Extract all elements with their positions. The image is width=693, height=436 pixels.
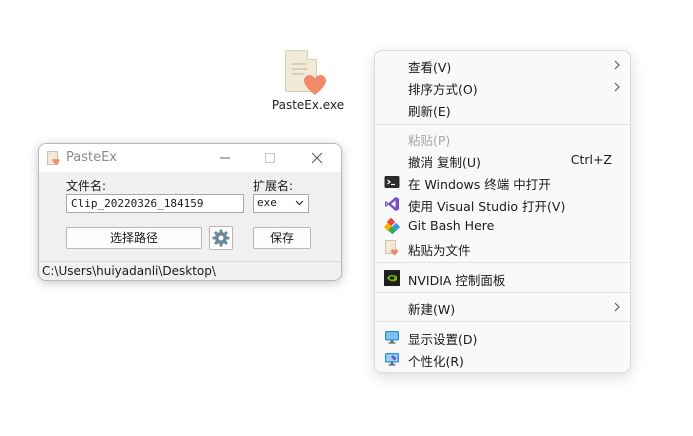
chevron-down-icon	[295, 200, 304, 206]
minimize-button[interactable]	[210, 146, 240, 170]
menu-separator	[375, 292, 630, 293]
menu-item-nvidia[interactable]: NVIDIA 控制面板	[375, 267, 630, 289]
menu-item-label: 排序方式(O)	[408, 82, 478, 97]
menu-item-label: 个性化(R)	[408, 354, 464, 369]
save-button[interactable]: 保存	[253, 227, 311, 249]
menu-separator	[375, 124, 630, 125]
extension-select[interactable]: exe	[253, 194, 309, 213]
menu-item-paste: 粘贴(P)	[375, 127, 630, 149]
menu-item-view[interactable]: 查看(V)	[375, 54, 630, 76]
menu-item-label: 在 Windows 终端 中打开	[408, 177, 551, 192]
menu-item-label: 撤消 复制(U)	[408, 155, 481, 170]
personalize-icon	[385, 353, 399, 366]
menu-item-new[interactable]: 新建(W)	[375, 296, 630, 318]
chevron-right-icon	[614, 302, 620, 312]
menu-item-label: 粘贴(P)	[408, 133, 451, 148]
menu-item-display-settings[interactable]: 显示设置(D)	[375, 326, 630, 348]
maximize-icon	[265, 153, 275, 163]
menu-item-label: NVIDIA 控制面板	[408, 273, 506, 288]
menu-item-label: 新建(W)	[408, 302, 456, 317]
close-icon	[311, 152, 323, 164]
menu-item-label: 使用 Visual Studio 打开(V)	[408, 199, 566, 214]
window-title: PasteEx	[66, 150, 117, 165]
menu-separator	[375, 262, 630, 263]
gear-icon	[212, 229, 230, 247]
settings-button[interactable]	[209, 226, 233, 250]
chevron-right-icon	[614, 82, 620, 92]
monitor-icon	[385, 331, 399, 344]
menu-item-personalize[interactable]: 个性化(R)	[375, 348, 630, 370]
menu-separator	[375, 321, 630, 322]
pasteex-window: PasteEx 文件名: 扩展名: Clip_20220326_184159 e…	[38, 143, 342, 281]
filename-label: 文件名:	[66, 179, 107, 193]
menu-item-label: 查看(V)	[408, 60, 452, 75]
visual-studio-icon	[385, 197, 399, 211]
desktop-file-icon[interactable]: PasteEx.exe	[268, 48, 348, 118]
git-bash-icon	[384, 218, 400, 234]
extension-label: 扩展名:	[253, 179, 294, 193]
chevron-right-icon	[614, 60, 620, 70]
path-status-bar: C:\Users\huiyadanli\Desktop\	[39, 261, 341, 280]
menu-item-paste-as-file[interactable]: 粘贴为文件	[375, 237, 630, 259]
title-bar: PasteEx	[39, 144, 341, 172]
menu-item-label: Git Bash Here	[408, 218, 495, 233]
nvidia-icon	[384, 270, 400, 286]
choose-path-button[interactable]: 选择路径	[66, 227, 202, 249]
filename-input[interactable]: Clip_20220326_184159	[66, 194, 244, 213]
heart-icon	[304, 75, 326, 95]
app-icon	[47, 151, 60, 165]
desktop-file-label: PasteEx.exe	[271, 98, 345, 112]
extension-value: exe	[257, 196, 277, 209]
menu-item-label: 刷新(E)	[408, 104, 451, 119]
context-menu: 查看(V) 排序方式(O) 刷新(E) 粘贴(P) 撤消 复制(U) Ctrl+…	[374, 50, 631, 373]
menu-item-shortcut: Ctrl+Z	[570, 152, 612, 167]
menu-item-sort[interactable]: 排序方式(O)	[375, 76, 630, 98]
maximize-button[interactable]	[255, 146, 285, 170]
menu-item-label: 粘贴为文件	[408, 243, 471, 258]
pasteex-icon	[385, 240, 398, 256]
close-button[interactable]	[302, 146, 332, 170]
minimize-icon	[220, 157, 230, 159]
menu-item-terminal[interactable]: 在 Windows 终端 中打开	[375, 171, 630, 193]
menu-item-git-bash[interactable]: Git Bash Here	[375, 215, 630, 237]
terminal-icon	[384, 176, 400, 188]
menu-item-refresh[interactable]: 刷新(E)	[375, 98, 630, 120]
menu-item-visual-studio[interactable]: 使用 Visual Studio 打开(V)	[375, 193, 630, 215]
menu-item-undo[interactable]: 撤消 复制(U) Ctrl+Z	[375, 149, 630, 171]
menu-item-label: 显示设置(D)	[408, 332, 478, 347]
